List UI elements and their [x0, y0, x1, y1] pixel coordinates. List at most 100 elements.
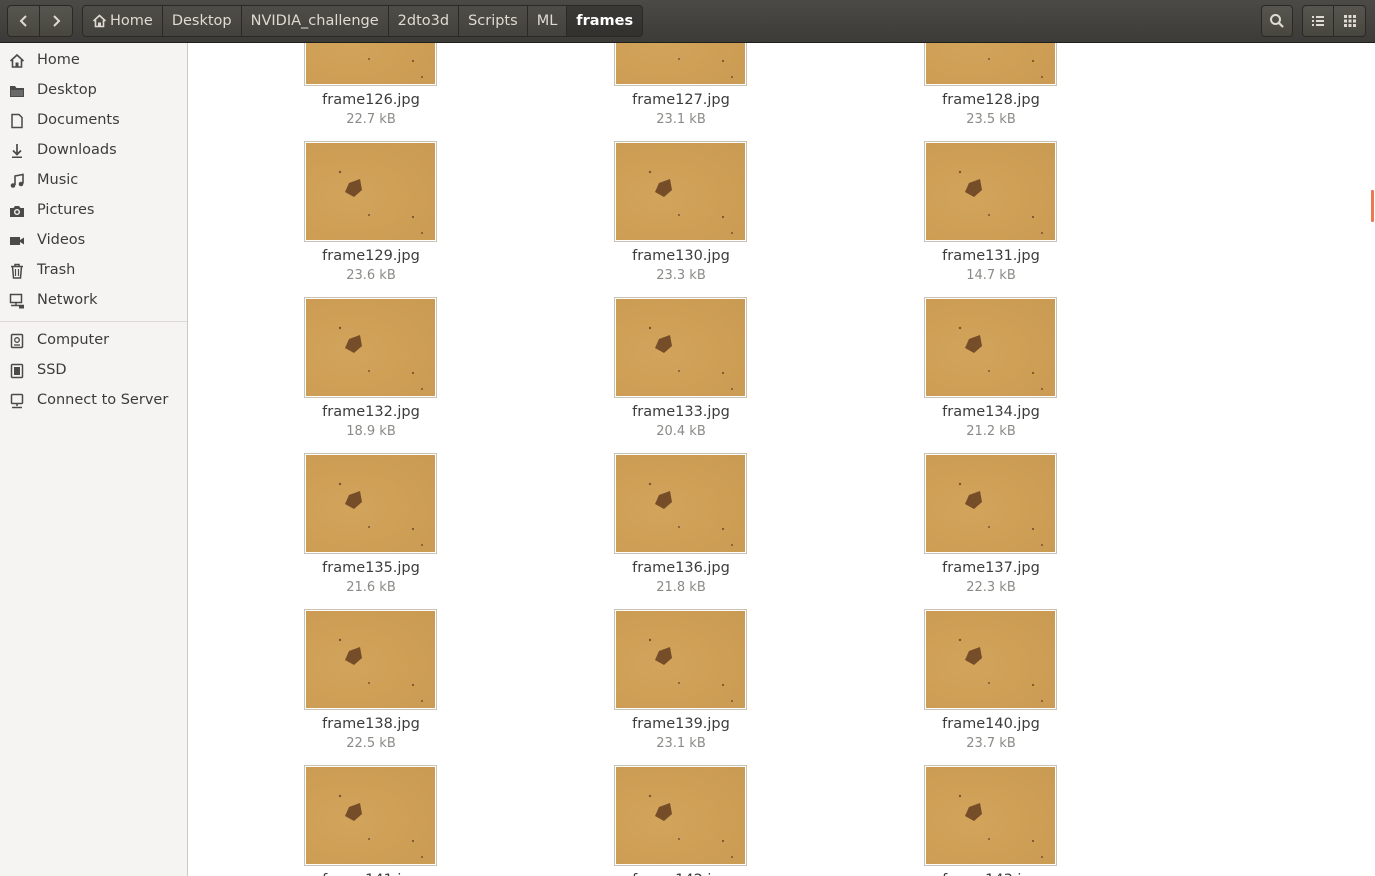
breadcrumb-label: ML — [536, 13, 558, 29]
image-thumbnail — [924, 297, 1057, 398]
sidebar-item-desktop[interactable]: Desktop — [0, 76, 187, 106]
breadcrumb-nvidia-challenge[interactable]: NVIDIA_challenge — [241, 5, 389, 37]
file-item[interactable]: frame128.jpg 23.5 kB — [910, 43, 1080, 135]
trash-icon — [11, 263, 23, 279]
sidebar-item-trash[interactable]: Trash — [0, 256, 187, 286]
image-thumbnail — [924, 453, 1057, 554]
file-name: frame143.jpg — [910, 872, 1072, 876]
file-item[interactable]: frame133.jpg 20.4 kB — [600, 297, 770, 447]
video-icon — [10, 237, 24, 245]
breadcrumb-desktop[interactable]: Desktop — [162, 5, 242, 37]
sidebar-item-pictures[interactable]: Pictures — [0, 196, 187, 226]
sidebar-item-downloads[interactable]: Downloads — [0, 136, 187, 166]
file-item[interactable]: frame139.jpg 23.1 kB — [600, 609, 770, 759]
file-size: 23.3 kB — [656, 268, 706, 283]
grid-view-button[interactable] — [1334, 5, 1366, 37]
file-name: frame140.jpg — [942, 716, 1040, 732]
file-item[interactable]: frame143.jpg — [910, 765, 1080, 876]
breadcrumb-frames[interactable]: frames — [567, 5, 644, 37]
file-name: frame138.jpg — [322, 716, 420, 732]
file-item[interactable]: frame137.jpg 22.3 kB — [910, 453, 1080, 603]
sidebar-item-label: Home — [37, 52, 80, 68]
breadcrumb-scripts[interactable]: Scripts — [459, 5, 528, 37]
file-name: frame142.jpg — [600, 872, 762, 876]
sidebar-item-documents[interactable]: Documents — [0, 106, 187, 136]
file-item[interactable]: frame126.jpg 22.7 kB — [290, 43, 460, 135]
file-size: 22.5 kB — [346, 736, 396, 751]
sidebar-item-music[interactable]: Music — [0, 166, 187, 196]
breadcrumb-2dto3d[interactable]: 2dto3d — [388, 5, 460, 37]
sidebar-item-label: Network — [37, 292, 98, 308]
file-name: frame132.jpg — [322, 404, 420, 420]
image-thumbnail — [614, 141, 747, 242]
file-name: frame136.jpg — [632, 560, 730, 576]
file-name: frame131.jpg — [942, 248, 1040, 264]
grid-view-icon — [1343, 15, 1356, 27]
file-name: frame139.jpg — [632, 716, 730, 732]
breadcrumb-label: Home — [110, 13, 153, 29]
file-name: frame135.jpg — [322, 560, 420, 576]
file-name: frame127.jpg — [632, 92, 730, 108]
sidebar-item-label: Desktop — [37, 82, 97, 98]
sidebar-item-label: Music — [37, 172, 79, 188]
file-item[interactable]: frame134.jpg 21.2 kB — [910, 297, 1080, 447]
breadcrumb-label: Desktop — [171, 13, 232, 29]
sidebar-item-label: Downloads — [37, 142, 117, 158]
navigation-buttons — [7, 5, 73, 37]
sidebar: Home Desktop Documents Downloads Music P… — [0, 43, 188, 876]
music-icon — [10, 173, 24, 188]
sidebar-item-label: Pictures — [37, 202, 95, 218]
image-thumbnail — [304, 609, 437, 710]
file-item[interactable]: frame135.jpg 21.6 kB — [290, 453, 460, 603]
search-button[interactable] — [1261, 5, 1293, 37]
file-item[interactable]: frame129.jpg 23.6 kB — [290, 141, 460, 291]
file-name: frame141.jpg — [290, 872, 452, 876]
image-thumbnail — [304, 141, 437, 242]
file-item[interactable]: frame127.jpg 23.1 kB — [600, 43, 770, 135]
breadcrumb-ml[interactable]: ML — [527, 5, 568, 37]
file-item[interactable]: frame140.jpg 23.7 kB — [910, 609, 1080, 759]
file-item[interactable]: frame132.jpg 18.9 kB — [290, 297, 460, 447]
file-size: 23.1 kB — [656, 736, 706, 751]
image-thumbnail — [304, 765, 437, 866]
file-item[interactable]: frame131.jpg 14.7 kB — [910, 141, 1080, 291]
file-item[interactable]: frame142.jpg — [600, 765, 770, 876]
file-size: 21.6 kB — [346, 580, 396, 595]
forward-button[interactable] — [40, 5, 73, 37]
file-item[interactable]: frame141.jpg — [290, 765, 460, 876]
file-item[interactable]: frame130.jpg 23.3 kB — [600, 141, 770, 291]
breadcrumb-label: Scripts — [468, 13, 518, 29]
image-thumbnail — [614, 43, 747, 86]
file-name: frame126.jpg — [322, 92, 420, 108]
breadcrumb-home[interactable]: Home — [82, 5, 163, 37]
breadcrumb-label: frames — [576, 13, 634, 29]
sidebar-item-network[interactable]: Network — [0, 286, 187, 316]
file-size: 21.2 kB — [966, 424, 1016, 439]
back-button[interactable] — [7, 5, 40, 37]
sidebar-item-computer[interactable]: Computer — [0, 326, 187, 356]
file-item[interactable]: frame138.jpg 22.5 kB — [290, 609, 460, 759]
sidebar-item-ssd[interactable]: SSD — [0, 356, 187, 386]
folder-icon — [10, 86, 24, 97]
file-size: 18.9 kB — [346, 424, 396, 439]
file-grid[interactable]: frame126.jpg 22.7 kB frame127.jpg 23.1 kB fr… — [192, 43, 1375, 876]
sidebar-item-label: Trash — [37, 262, 76, 278]
file-size: 23.7 kB — [966, 736, 1016, 751]
sidebar-item-videos[interactable]: Videos — [0, 226, 187, 256]
image-thumbnail — [924, 141, 1057, 242]
sidebar-item-connect-to-server[interactable]: Connect to Server — [0, 386, 187, 416]
breadcrumb-label: 2dto3d — [397, 13, 450, 29]
download-icon — [12, 144, 22, 158]
list-view-button[interactable] — [1302, 5, 1334, 37]
breadcrumb: Home Desktop NVIDIA_challenge 2dto3d Scr… — [82, 5, 644, 37]
image-thumbnail — [304, 297, 437, 398]
sidebar-item-label: Computer — [37, 332, 110, 348]
chevron-left-icon — [19, 15, 27, 27]
sidebar-item-label: Documents — [37, 112, 120, 128]
sidebar-item-home[interactable]: Home — [0, 46, 187, 76]
file-item[interactable]: frame136.jpg 21.8 kB — [600, 453, 770, 603]
drive-icon — [10, 363, 24, 379]
scrollbar-indicator[interactable] — [1371, 190, 1374, 222]
file-size: 23.5 kB — [966, 112, 1016, 127]
file-size: 14.7 kB — [966, 268, 1016, 283]
